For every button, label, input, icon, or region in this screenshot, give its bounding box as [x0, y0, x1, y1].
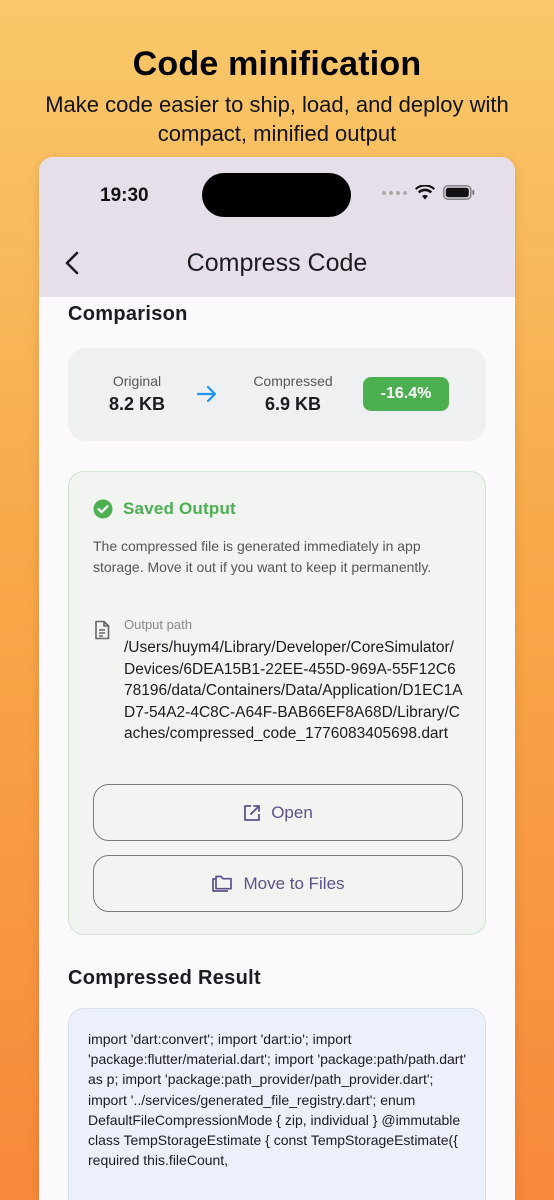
size-change-badge: -16.4%: [363, 377, 449, 411]
promo-header: Code minification Make code easier to sh…: [0, 0, 554, 148]
status-icons: [382, 185, 475, 200]
page-title: Compress Code: [186, 249, 368, 277]
open-button-label: Open: [271, 802, 313, 822]
comparison-heading: Comparison: [68, 303, 188, 325]
output-path-label: Output path: [124, 617, 192, 632]
move-to-files-label: Move to Files: [243, 873, 345, 893]
open-external-icon: [244, 804, 261, 821]
original-label: Original: [112, 373, 162, 389]
signal-dots-icon: [382, 190, 407, 195]
document-icon: [93, 620, 111, 645]
check-circle-icon: [93, 499, 113, 519]
dynamic-island: [202, 173, 351, 217]
compressed-result-card: import 'dart:convert'; import 'dart:io';…: [68, 1008, 486, 1200]
wifi-icon: [415, 185, 435, 200]
saved-output-card: Saved Output The compressed file is gene…: [68, 471, 486, 935]
promo-title: Code minification: [132, 45, 422, 83]
output-path-value: /Users/huym4/Library/Developer/CoreSimul…: [124, 639, 463, 742]
compressed-label: Compressed: [253, 373, 333, 389]
arrow-right-icon: [196, 385, 218, 408]
original-size: Original 8.2 KB: [105, 373, 169, 415]
folder-icon: [212, 875, 233, 892]
promo-subtitle: Make code easier to ship, load, and depl…: [45, 92, 509, 146]
comparison-card: Original 8.2 KB Compressed 6.9 KB -16.4%: [68, 348, 486, 441]
open-button[interactable]: Open: [93, 784, 463, 841]
saved-output-title: Saved Output: [123, 499, 236, 518]
app-top-bar: 19:30 Compress Code: [39, 157, 515, 297]
status-time: 19:30: [100, 185, 149, 206]
original-value: 8.2 KB: [108, 394, 166, 414]
saved-output-header: Saved Output: [93, 499, 236, 519]
move-to-files-button[interactable]: Move to Files: [93, 855, 463, 912]
battery-icon: [443, 185, 475, 200]
compressed-value: 6.9 KB: [264, 394, 322, 414]
compressed-result-heading: Compressed Result: [68, 967, 261, 989]
phone-screen: 19:30 Compress Code Comparison Original …: [39, 157, 515, 1200]
saved-output-description: The compressed file is generated immedia…: [93, 538, 432, 575]
compressed-size: Compressed 6.9 KB: [248, 373, 338, 415]
compressed-code-text: import 'dart:convert'; import 'dart:io';…: [88, 1031, 467, 1169]
